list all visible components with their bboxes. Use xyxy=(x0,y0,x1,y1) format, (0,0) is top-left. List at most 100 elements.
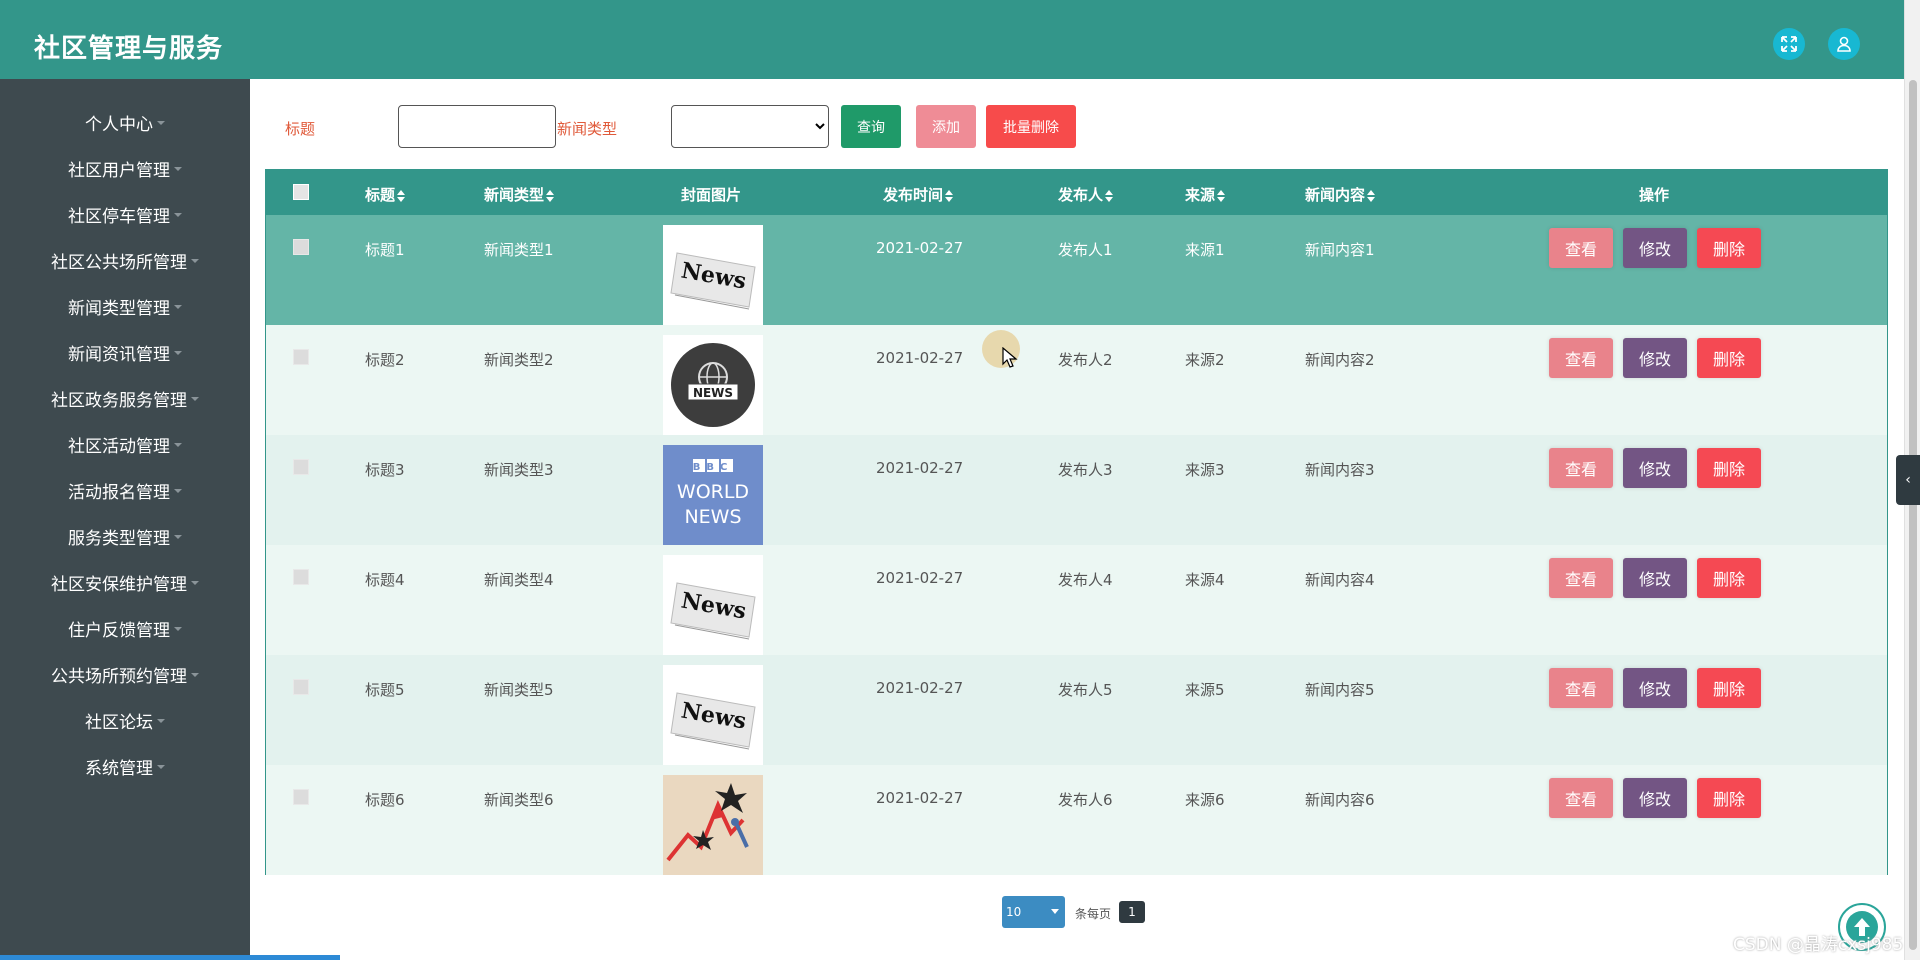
sort-icon xyxy=(397,189,406,202)
delete-button[interactable]: 删除 xyxy=(1697,778,1761,818)
cover-image[interactable] xyxy=(663,775,763,875)
header-publisher[interactable]: 发布人 xyxy=(1058,184,1114,205)
add-button[interactable]: 添加 xyxy=(916,105,976,148)
header-label: 标题 xyxy=(365,186,396,204)
page-size-value: 10 xyxy=(1006,905,1022,919)
delete-button[interactable]: 删除 xyxy=(1697,448,1761,488)
sidebar-item-news[interactable]: 新闻资讯管理 xyxy=(0,331,250,373)
delete-button[interactable]: 删除 xyxy=(1697,668,1761,708)
sidebar-item-public-places[interactable]: 社区公共场所管理 xyxy=(0,239,250,281)
page-number-button[interactable]: 1 xyxy=(1119,901,1145,923)
batch-delete-button[interactable]: 批量删除 xyxy=(986,105,1076,148)
sidebar-item-service-types[interactable]: 服务类型管理 xyxy=(0,515,250,557)
sidebar-item-label: 公共场所预约管理 xyxy=(51,666,187,687)
cover-image[interactable]: News xyxy=(663,225,763,325)
sidebar-item-news-types[interactable]: 新闻类型管理 xyxy=(0,285,250,327)
query-button[interactable]: 查询 xyxy=(841,105,901,148)
page-size-select[interactable]: 10 xyxy=(1002,896,1065,928)
sidebar-item-label: 社区停车管理 xyxy=(68,206,170,227)
row-checkbox[interactable] xyxy=(293,569,309,585)
table-row[interactable]: 标题1 新闻类型1 News 2021-02-27 发布人1 来源1 新闻内容1… xyxy=(266,215,1887,325)
header-content[interactable]: 新闻内容 xyxy=(1305,184,1376,205)
top-header: 社区管理与服务 xyxy=(0,0,1904,79)
sidebar-item-security[interactable]: 社区安保维护管理 xyxy=(0,561,250,603)
header-news-type[interactable]: 新闻类型 xyxy=(484,184,555,205)
cover-image[interactable]: NEWS xyxy=(663,335,763,435)
row-checkbox[interactable] xyxy=(293,459,309,475)
delete-button[interactable]: 删除 xyxy=(1697,228,1761,268)
header-source[interactable]: 来源 xyxy=(1185,184,1226,205)
caret-down-icon xyxy=(174,443,182,447)
select-all-checkbox[interactable] xyxy=(293,184,309,200)
cell-publisher: 发布人5 xyxy=(1058,681,1113,699)
sidebar-item-system[interactable]: 系统管理 xyxy=(0,745,250,787)
sidebar-item-activity-signup[interactable]: 活动报名管理 xyxy=(0,469,250,511)
header-cover: 封面图片 xyxy=(681,186,742,204)
edit-button[interactable]: 修改 xyxy=(1623,448,1687,488)
globe-news-text: NEWS xyxy=(693,386,733,400)
table-row[interactable]: 标题6 新闻类型6 2021-02-27 发布人6 来源6 新闻内容6 查看 修… xyxy=(266,765,1887,875)
delete-button[interactable]: 删除 xyxy=(1697,338,1761,378)
sidebar-item-gov-services[interactable]: 社区政务服务管理 xyxy=(0,377,250,419)
view-button[interactable]: 查看 xyxy=(1549,338,1613,378)
edit-button[interactable]: 修改 xyxy=(1623,778,1687,818)
caret-down-icon xyxy=(157,719,165,723)
delete-button[interactable]: 删除 xyxy=(1697,558,1761,598)
view-button[interactable]: 查看 xyxy=(1549,668,1613,708)
news-type-label: 新闻类型 xyxy=(557,120,618,138)
sidebar-item-label: 活动报名管理 xyxy=(68,482,170,503)
view-button[interactable]: 查看 xyxy=(1549,448,1613,488)
table-row[interactable]: 标题4 新闻类型4 News 2021-02-27 发布人4 来源4 新闻内容4… xyxy=(266,545,1887,655)
sidebar-item-activities[interactable]: 社区活动管理 xyxy=(0,423,250,465)
cell-publish-time: 2021-02-27 xyxy=(876,679,964,697)
view-button[interactable]: 查看 xyxy=(1549,228,1613,268)
side-panel-toggle[interactable]: ‹ xyxy=(1896,455,1920,505)
table-row[interactable]: 标题5 新闻类型5 News 2021-02-27 发布人5 来源5 新闻内容5… xyxy=(266,655,1887,765)
row-checkbox[interactable] xyxy=(293,349,309,365)
sidebar-item-forum[interactable]: 社区论坛 xyxy=(0,699,250,741)
caret-down-icon xyxy=(174,213,182,217)
sidebar-item-parking[interactable]: 社区停车管理 xyxy=(0,193,250,235)
sidebar-item-feedback[interactable]: 住户反馈管理 xyxy=(0,607,250,649)
world-text: WORLD xyxy=(677,481,749,503)
table-row[interactable]: 标题2 新闻类型2 NEWS 2021-02-27 发布人2 来源2 新闻内容2… xyxy=(266,325,1887,435)
sidebar-item-label: 社区政务服务管理 xyxy=(51,390,187,411)
cell-content: 新闻内容1 xyxy=(1305,241,1375,259)
edit-button[interactable]: 修改 xyxy=(1623,668,1687,708)
edit-button[interactable]: 修改 xyxy=(1623,558,1687,598)
cell-title: 标题6 xyxy=(365,791,405,809)
expand-icon xyxy=(1781,36,1797,52)
sidebar-item-reservations[interactable]: 公共场所预约管理 xyxy=(0,653,250,695)
cover-image[interactable]: News xyxy=(663,555,763,655)
user-button[interactable] xyxy=(1828,28,1860,60)
news-type-select[interactable] xyxy=(671,105,829,148)
sidebar-item-community-users[interactable]: 社区用户管理 xyxy=(0,147,250,189)
sidebar-item-label: 系统管理 xyxy=(85,758,153,779)
sort-icon xyxy=(1105,189,1114,202)
cell-source: 来源3 xyxy=(1185,461,1225,479)
edit-button[interactable]: 修改 xyxy=(1623,228,1687,268)
caret-down-icon xyxy=(157,121,165,125)
cell-title: 标题2 xyxy=(365,351,405,369)
title-search-input[interactable] xyxy=(398,105,556,148)
cover-image[interactable]: News xyxy=(663,665,763,765)
row-checkbox[interactable] xyxy=(293,239,309,255)
cover-image[interactable]: BBC WORLD NEWS xyxy=(663,445,763,545)
row-checkbox[interactable] xyxy=(293,679,309,695)
fullscreen-button[interactable] xyxy=(1773,28,1805,60)
table-row[interactable]: 标题3 新闻类型3 BBC WORLD NEWS 2021-02-27 发布人3 来… xyxy=(266,435,1887,545)
sidebar-item-label: 服务类型管理 xyxy=(68,528,170,549)
scrollbar-thumb[interactable] xyxy=(1909,80,1917,950)
view-button[interactable]: 查看 xyxy=(1549,558,1613,598)
view-button[interactable]: 查看 xyxy=(1549,778,1613,818)
edit-button[interactable]: 修改 xyxy=(1623,338,1687,378)
chevron-down-icon xyxy=(1051,909,1059,914)
caret-down-icon xyxy=(174,167,182,171)
row-checkbox[interactable] xyxy=(293,789,309,805)
sort-icon xyxy=(1217,189,1226,202)
cell-publish-time: 2021-02-27 xyxy=(876,569,964,587)
header-publish-time[interactable]: 发布时间 xyxy=(883,184,954,205)
sidebar-item-personal-center[interactable]: 个人中心 xyxy=(0,101,250,143)
header-title[interactable]: 标题 xyxy=(365,184,406,205)
cell-source: 来源2 xyxy=(1185,351,1225,369)
